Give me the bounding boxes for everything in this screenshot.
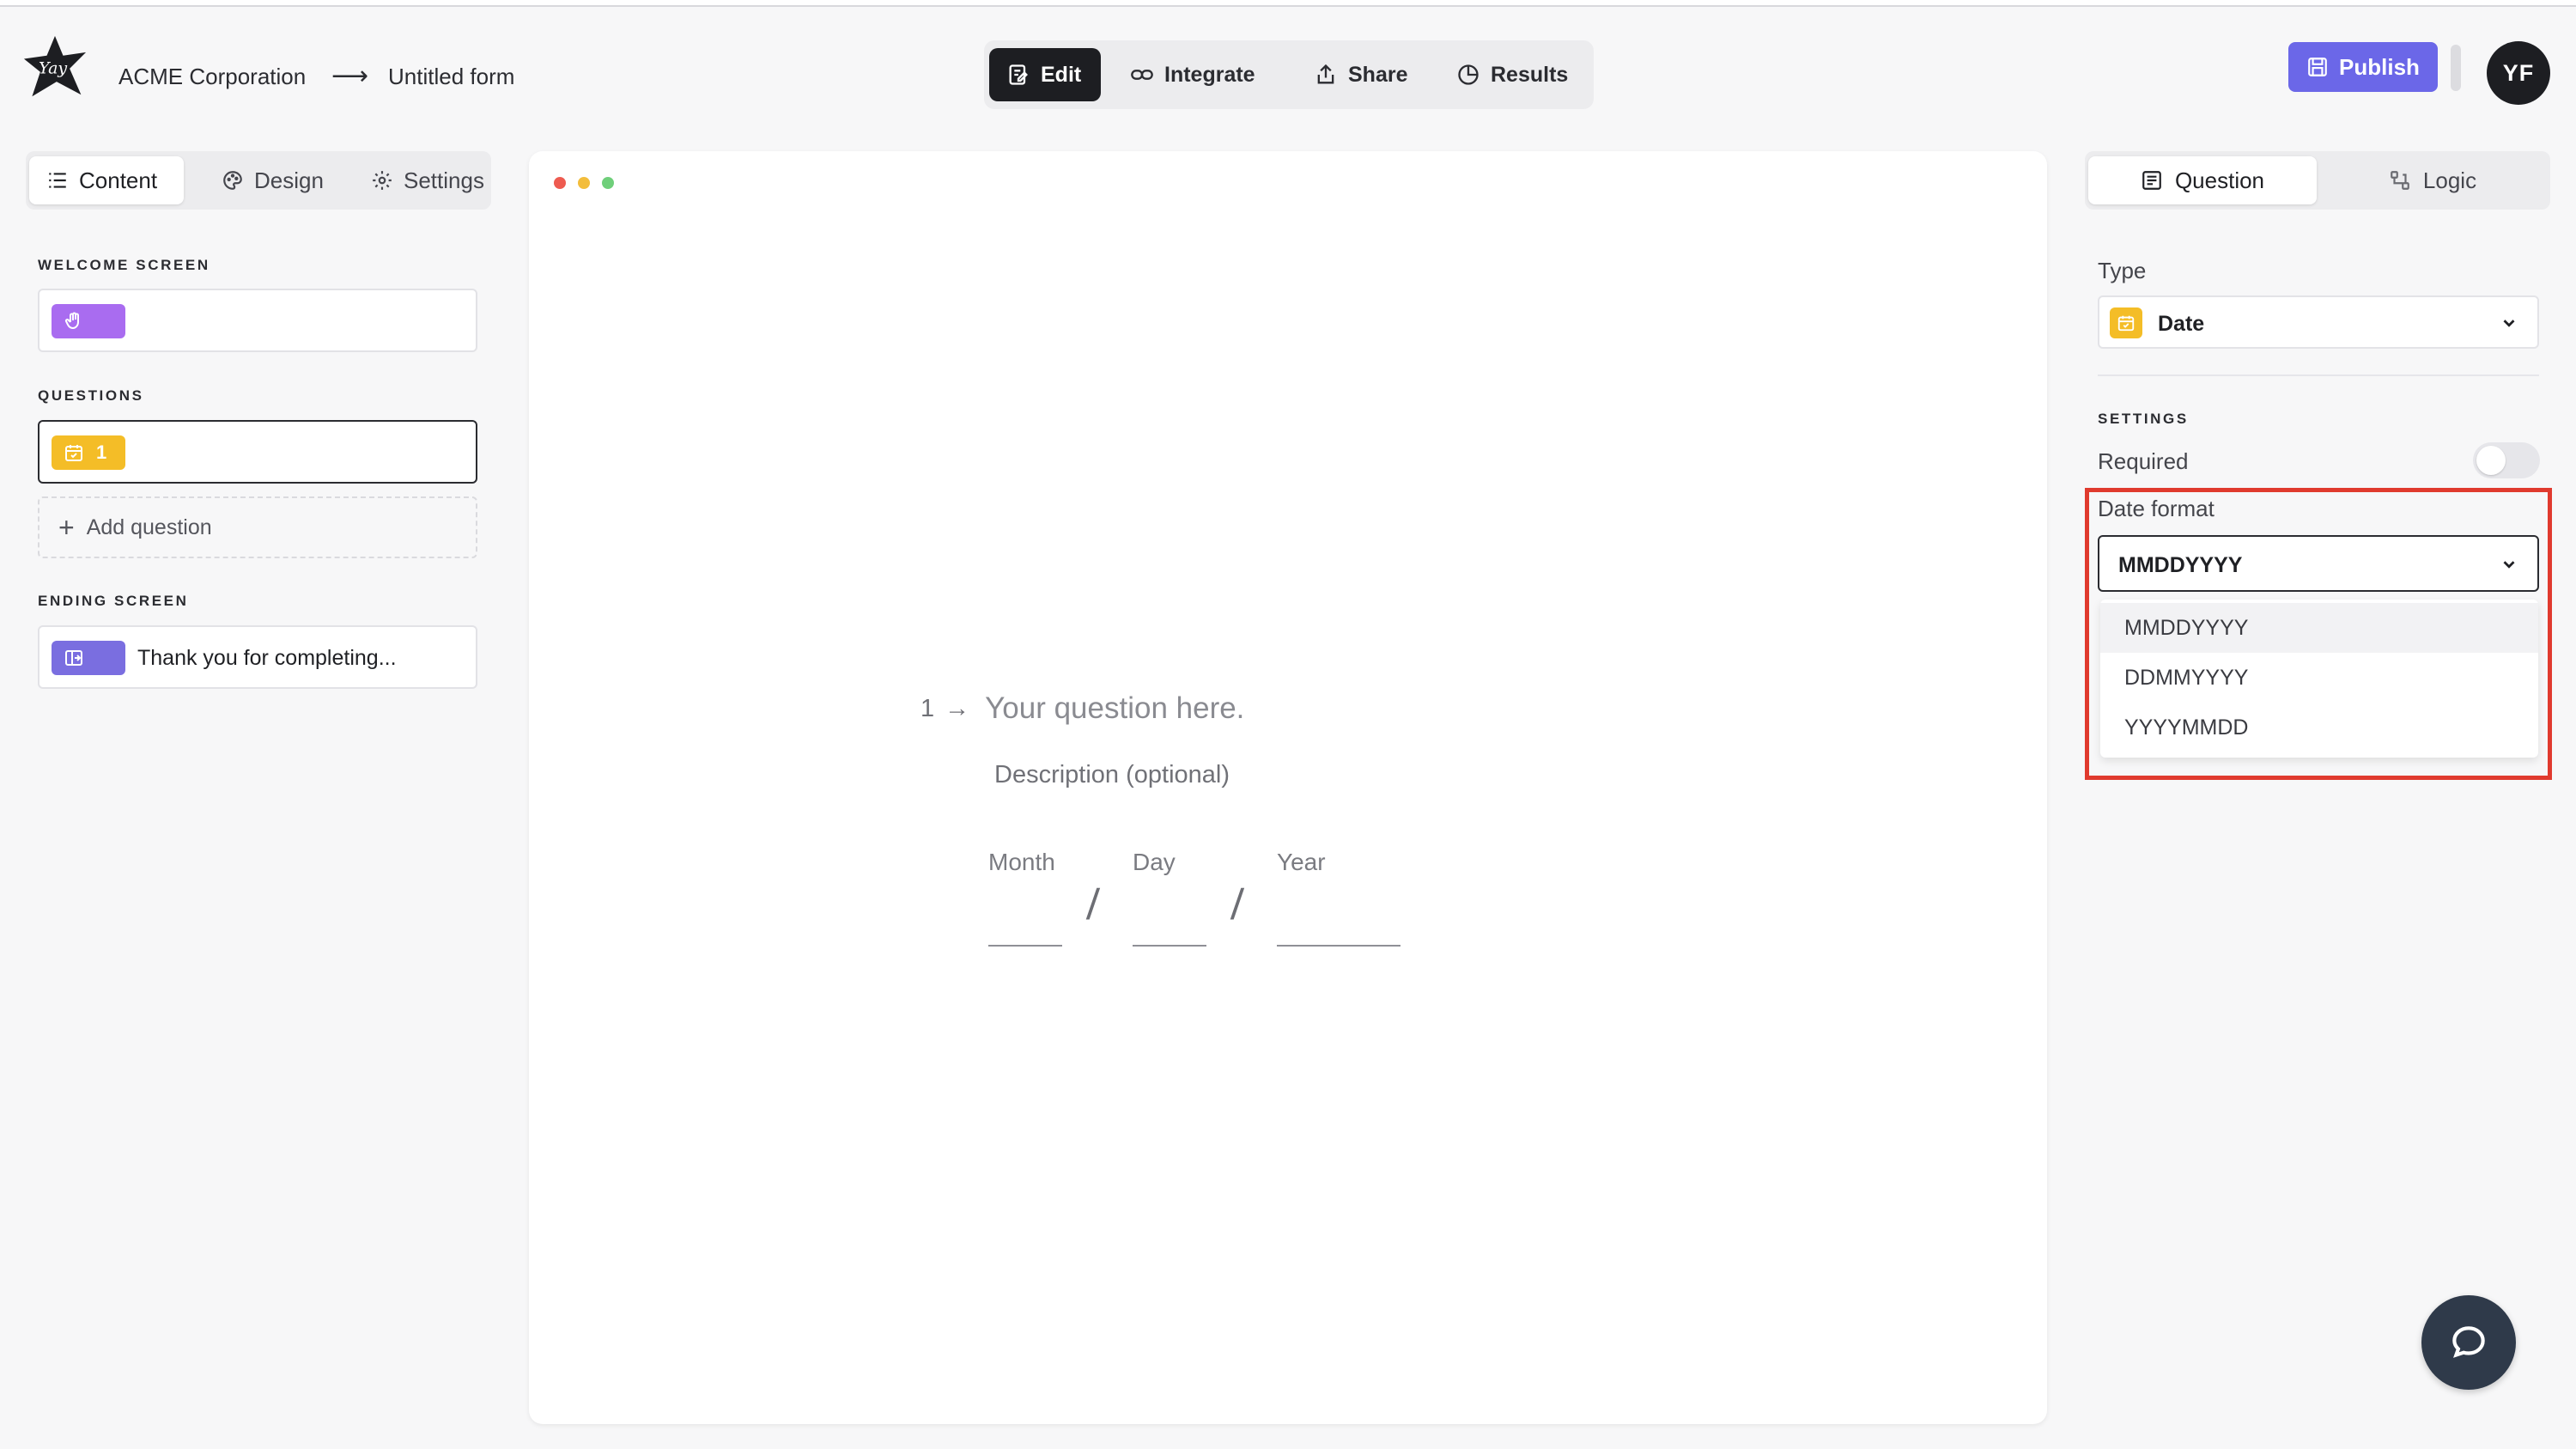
- logo-icon[interactable]: Yay: [22, 34, 88, 100]
- day-input[interactable]: [1133, 945, 1206, 947]
- window-dot-yellow: [578, 177, 590, 189]
- tab-settings-label: Settings: [404, 167, 484, 193]
- tab-design-label: Design: [254, 167, 324, 193]
- date-format-label: Date format: [2098, 496, 2215, 521]
- chevron-down-icon: [2503, 320, 2515, 327]
- chart-icon: [1458, 64, 1479, 85]
- type-label: Type: [2098, 258, 2147, 283]
- share-icon: [1317, 64, 1334, 84]
- type-value: Date: [2158, 312, 2205, 336]
- list-icon: [49, 173, 66, 188]
- question-card[interactable]: 1: [38, 420, 477, 484]
- questions-section-label: QUESTIONS: [38, 387, 144, 404]
- avatar[interactable]: YF: [2487, 41, 2550, 105]
- tab-logic-label: Logic: [2422, 167, 2477, 193]
- add-question-label: Add question: [86, 514, 212, 539]
- help-chat-button[interactable]: [2421, 1295, 2516, 1390]
- breadcrumb-arrow-icon: ⟶: [331, 62, 369, 90]
- question-text[interactable]: Your question here.: [985, 691, 1244, 726]
- ending-screen-card[interactable]: Thank you for completing...: [38, 625, 477, 689]
- exit-icon: [65, 650, 82, 666]
- tab-results[interactable]: Results: [1439, 48, 1585, 101]
- date-format-dropdown: MMDDYYYY DDMMYYYY YYYYMMDD: [2100, 600, 2538, 758]
- calendar-icon: [2110, 307, 2142, 338]
- edit-icon: [1009, 64, 1028, 85]
- day-label: Day: [1133, 849, 1176, 875]
- chat-icon: [2452, 1326, 2485, 1358]
- window-dot-red: [554, 177, 566, 189]
- required-toggle[interactable]: [2473, 442, 2540, 478]
- gear-icon: [373, 171, 392, 190]
- settings-divider: [2098, 374, 2539, 376]
- calendar-icon: [65, 445, 82, 461]
- mode-switcher: Edit Integrate Share Results: [984, 40, 1594, 109]
- header: Yay ACME Corporation ⟶ Untitled form Edi…: [0, 9, 2576, 129]
- welcome-section-label: WELCOME SCREEN: [38, 257, 210, 273]
- tab-question[interactable]: Question: [2088, 156, 2317, 204]
- question-icon: [2142, 171, 2161, 190]
- tab-content[interactable]: Content: [29, 156, 184, 204]
- chevron-down-icon: [2503, 561, 2515, 569]
- svg-text:Yay: Yay: [39, 59, 67, 78]
- date-format-option[interactable]: MMDDYYYY: [2100, 603, 2538, 653]
- right-tabs: Question Logic: [2085, 151, 2550, 210]
- palette-icon: [223, 171, 242, 190]
- date-format-option[interactable]: DDMMYYYY: [2100, 653, 2538, 703]
- tab-question-label: Question: [2174, 167, 2265, 193]
- question-number: 1: [920, 694, 935, 722]
- add-question-button[interactable]: + Add question: [38, 496, 477, 558]
- plus-icon: +: [58, 511, 75, 543]
- date-format-option[interactable]: YYYYMMDD: [2100, 703, 2538, 752]
- tab-logic[interactable]: Logic: [2318, 156, 2547, 204]
- link-icon: [1131, 70, 1153, 80]
- form-preview-canvas: [529, 151, 2047, 1424]
- question-chip-number: 1: [96, 441, 107, 463]
- breadcrumb-org[interactable]: ACME Corporation: [118, 64, 306, 89]
- date-format-value: MMDDYYYY: [2118, 553, 2243, 577]
- toggle-knob: [2476, 446, 2506, 475]
- left-tabs: Content Design Settings: [26, 151, 491, 210]
- year-label: Year: [1277, 849, 1326, 875]
- date-chip: 1: [52, 435, 125, 470]
- type-select[interactable]: Date: [2098, 295, 2539, 349]
- welcome-screen-card[interactable]: [38, 289, 477, 352]
- window-dot-green: [602, 177, 614, 189]
- tab-design[interactable]: Design: [204, 156, 341, 204]
- tab-edit[interactable]: Edit: [989, 48, 1101, 101]
- tab-integrate-label: Integrate: [1164, 62, 1255, 87]
- breadcrumb-form[interactable]: Untitled form: [388, 64, 514, 89]
- header-divider: [2451, 45, 2461, 91]
- month-input[interactable]: [988, 945, 1062, 947]
- arrow-right-icon: →: [945, 694, 970, 722]
- save-icon: [2308, 58, 2327, 76]
- tab-edit-label: Edit: [1041, 62, 1082, 87]
- welcome-chip: [52, 304, 125, 338]
- month-label: Month: [988, 849, 1055, 875]
- tab-share[interactable]: Share: [1297, 48, 1425, 101]
- ending-screen-text: Thank you for completing...: [137, 646, 397, 670]
- hand-icon: [64, 312, 79, 330]
- ending-chip: [52, 641, 125, 675]
- tab-integrate[interactable]: Integrate: [1113, 48, 1273, 101]
- tab-settings[interactable]: Settings: [354, 156, 501, 204]
- date-format-select[interactable]: MMDDYYYY: [2098, 535, 2539, 592]
- settings-section-label: SETTINGS: [2098, 411, 2189, 427]
- tab-results-label: Results: [1491, 62, 1569, 87]
- top-border: [0, 0, 2576, 7]
- publish-label: Publish: [2339, 53, 2420, 80]
- year-input[interactable]: [1277, 945, 1400, 947]
- publish-button[interactable]: Publish: [2288, 42, 2438, 92]
- tab-share-label: Share: [1348, 62, 1408, 87]
- required-label: Required: [2098, 448, 2189, 474]
- logic-icon: [2391, 171, 2409, 190]
- question-description[interactable]: Description (optional): [994, 761, 1230, 789]
- ending-section-label: ENDING SCREEN: [38, 593, 189, 609]
- question-heading[interactable]: 1 → Your question here.: [920, 691, 1244, 726]
- tab-content-label: Content: [79, 167, 158, 193]
